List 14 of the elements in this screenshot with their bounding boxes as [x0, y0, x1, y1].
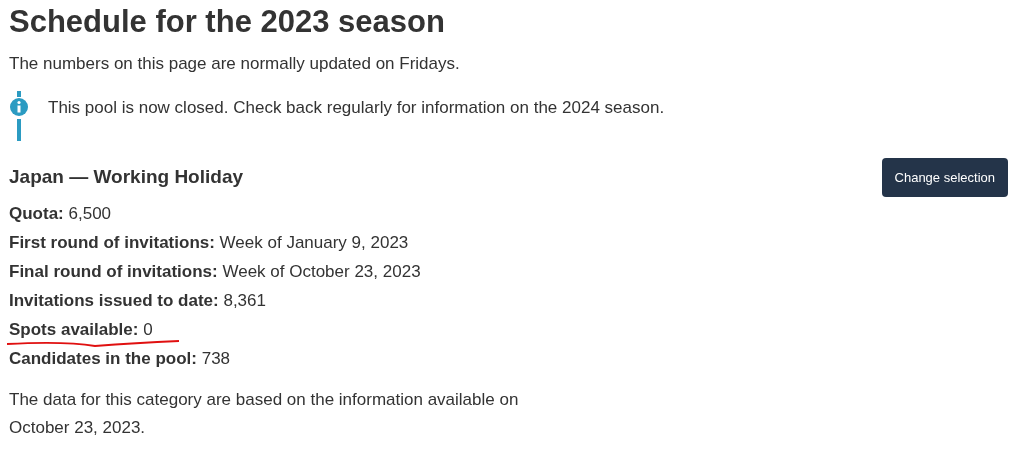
info-icon: [9, 90, 29, 141]
notice-text: This pool is now closed. Check back regularly for information on the 2024 season.: [48, 96, 665, 119]
category-heading: Japan — Working Holiday: [9, 165, 244, 189]
intro-text: The numbers on this page are normally updated on Fridays.: [9, 53, 460, 75]
stat-line: Invitations issued to date: 8,361: [9, 289, 266, 312]
stat-line: Final round of invitations: Week of October 23, 2023: [9, 260, 421, 283]
stat-line: First round of invitations: Week of January 9, 2023: [9, 231, 409, 254]
stat-line: Quota: 6,500: [9, 202, 112, 225]
change-selection-button[interactable]: Change selection: [881, 157, 1008, 197]
stat-line: Candidates in the pool: 738: [9, 347, 231, 370]
footnote-text: October 23, 2023.: [9, 417, 146, 439]
page-title: Schedule for the 2023 season: [9, 3, 445, 41]
stat-line: Spots available: 0: [9, 318, 153, 341]
footnote-text: The data for this category are based on the information available on: [9, 389, 519, 411]
